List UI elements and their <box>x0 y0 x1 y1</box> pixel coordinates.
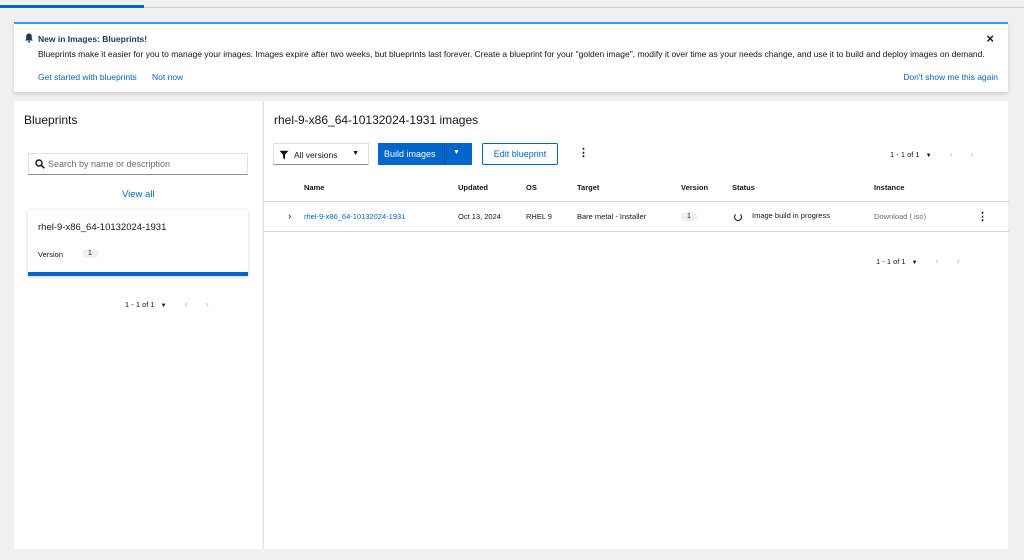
chevron-down-icon: ▼ <box>352 150 359 157</box>
top-pagination: 1 - 1 of 1 ▼ ‹ › <box>890 149 974 159</box>
top-tab-bar <box>0 0 1024 8</box>
next-page-icon[interactable]: › <box>971 149 974 159</box>
spinner-icon <box>734 212 742 221</box>
blueprint-version-badge: 1 <box>82 249 98 258</box>
table-row: › rhel-9-x86_64-10132024-1931 Oct 13, 20… <box>264 201 1009 232</box>
version-filter-dropdown[interactable]: All versions ▼ <box>273 143 369 165</box>
blueprint-card-name: rhel-9-x86_64-10132024-1931 <box>38 222 167 233</box>
chevron-down-icon[interactable]: ▼ <box>161 303 167 309</box>
get-started-link[interactable]: Get started with blueprints <box>38 72 137 82</box>
alert-close-button[interactable]: × <box>986 31 994 46</box>
column-header-updated[interactable]: Updated <box>458 175 526 202</box>
download-iso-link[interactable]: Download (.iso) <box>874 201 967 232</box>
expand-column-header <box>264 175 304 202</box>
blueprint-version-label: Version <box>38 250 64 259</box>
chevron-down-icon[interactable]: ▼ <box>912 260 918 266</box>
bottom-pagination: 1 - 1 of 1 ▼ ‹ › <box>876 256 960 266</box>
column-header-instance: Instance <box>874 175 967 202</box>
column-header-status: Status <box>732 175 874 202</box>
image-status: Image build in progress <box>752 211 830 221</box>
sidebar-title: Blueprints <box>24 113 78 127</box>
chevron-down-icon[interactable]: ▼ <box>926 153 932 159</box>
build-images-split-button[interactable]: Build images ▼ <box>378 143 472 165</box>
column-header-version[interactable]: Version <box>681 175 732 202</box>
images-title: rhel-9-x86_64-10132024-1931 images <box>274 113 479 127</box>
blueprint-card[interactable]: rhel-9-x86_64-10132024-1931 Version 1 <box>28 210 248 276</box>
version-filter-label: All versions <box>294 150 338 160</box>
dont-show-again-link[interactable]: Don't show me this again <box>903 72 998 82</box>
image-version-badge: 1 <box>681 212 697 221</box>
row-kebab-icon[interactable]: ⋮ <box>967 201 1009 232</box>
expand-row-icon[interactable]: › <box>264 201 304 232</box>
prev-page-icon[interactable]: ‹ <box>185 299 188 309</box>
next-page-icon[interactable]: › <box>206 299 209 309</box>
column-header-target[interactable]: Target <box>577 175 681 202</box>
image-updated: Oct 13, 2024 <box>458 201 526 232</box>
sidebar-pagination: 1 - 1 of 1 ▼ ‹ › <box>125 299 209 309</box>
image-name-link[interactable]: rhel-9-x86_64-10132024-1931 <box>304 201 458 232</box>
build-images-button[interactable]: Build images <box>384 149 436 159</box>
alert-description: Blueprints make it easier for you to man… <box>38 49 985 59</box>
kebab-icon[interactable]: ⋮ <box>578 146 589 159</box>
edit-blueprint-button[interactable]: Edit blueprint <box>482 143 558 165</box>
column-header-name[interactable]: Name <box>304 175 458 202</box>
images-panel: rhel-9-x86_64-10132024-1931 images All v… <box>263 101 1009 549</box>
not-now-link[interactable]: Not now <box>152 72 183 82</box>
image-os: RHEL 9 <box>526 201 577 232</box>
blueprints-info-alert: New in Images: Blueprints! Blueprints ma… <box>14 22 1008 92</box>
blueprint-search[interactable] <box>28 153 248 175</box>
blueprints-sidebar: Blueprints View all rhel-9-x86_64-101320… <box>14 101 262 549</box>
search-icon <box>35 159 45 169</box>
column-header-os[interactable]: OS <box>526 175 577 202</box>
images-table: Name Updated OS Target Version Status In… <box>264 175 1009 232</box>
bell-icon <box>25 33 33 43</box>
split-divider <box>444 143 445 165</box>
alert-title: New in Images: Blueprints! <box>38 34 148 44</box>
active-tab-indicator[interactable] <box>0 5 144 8</box>
image-status-cell: Image build in progress <box>732 201 874 232</box>
view-all-link[interactable]: View all <box>122 189 155 200</box>
search-input[interactable] <box>48 157 244 171</box>
prev-page-icon[interactable]: ‹ <box>950 149 953 159</box>
top-pagination-range[interactable]: 1 - 1 of 1 <box>890 150 920 159</box>
actions-column-header <box>967 175 1009 202</box>
image-target: Bare metal - Installer <box>577 201 681 232</box>
prev-page-icon[interactable]: ‹ <box>936 256 939 266</box>
filter-icon <box>279 150 289 160</box>
sidebar-pagination-range[interactable]: 1 - 1 of 1 <box>125 300 155 309</box>
bottom-pagination-range[interactable]: 1 - 1 of 1 <box>876 257 906 266</box>
next-page-icon[interactable]: › <box>957 256 960 266</box>
chevron-down-icon[interactable]: ▼ <box>453 149 460 156</box>
image-version-cell: 1 <box>681 201 732 232</box>
